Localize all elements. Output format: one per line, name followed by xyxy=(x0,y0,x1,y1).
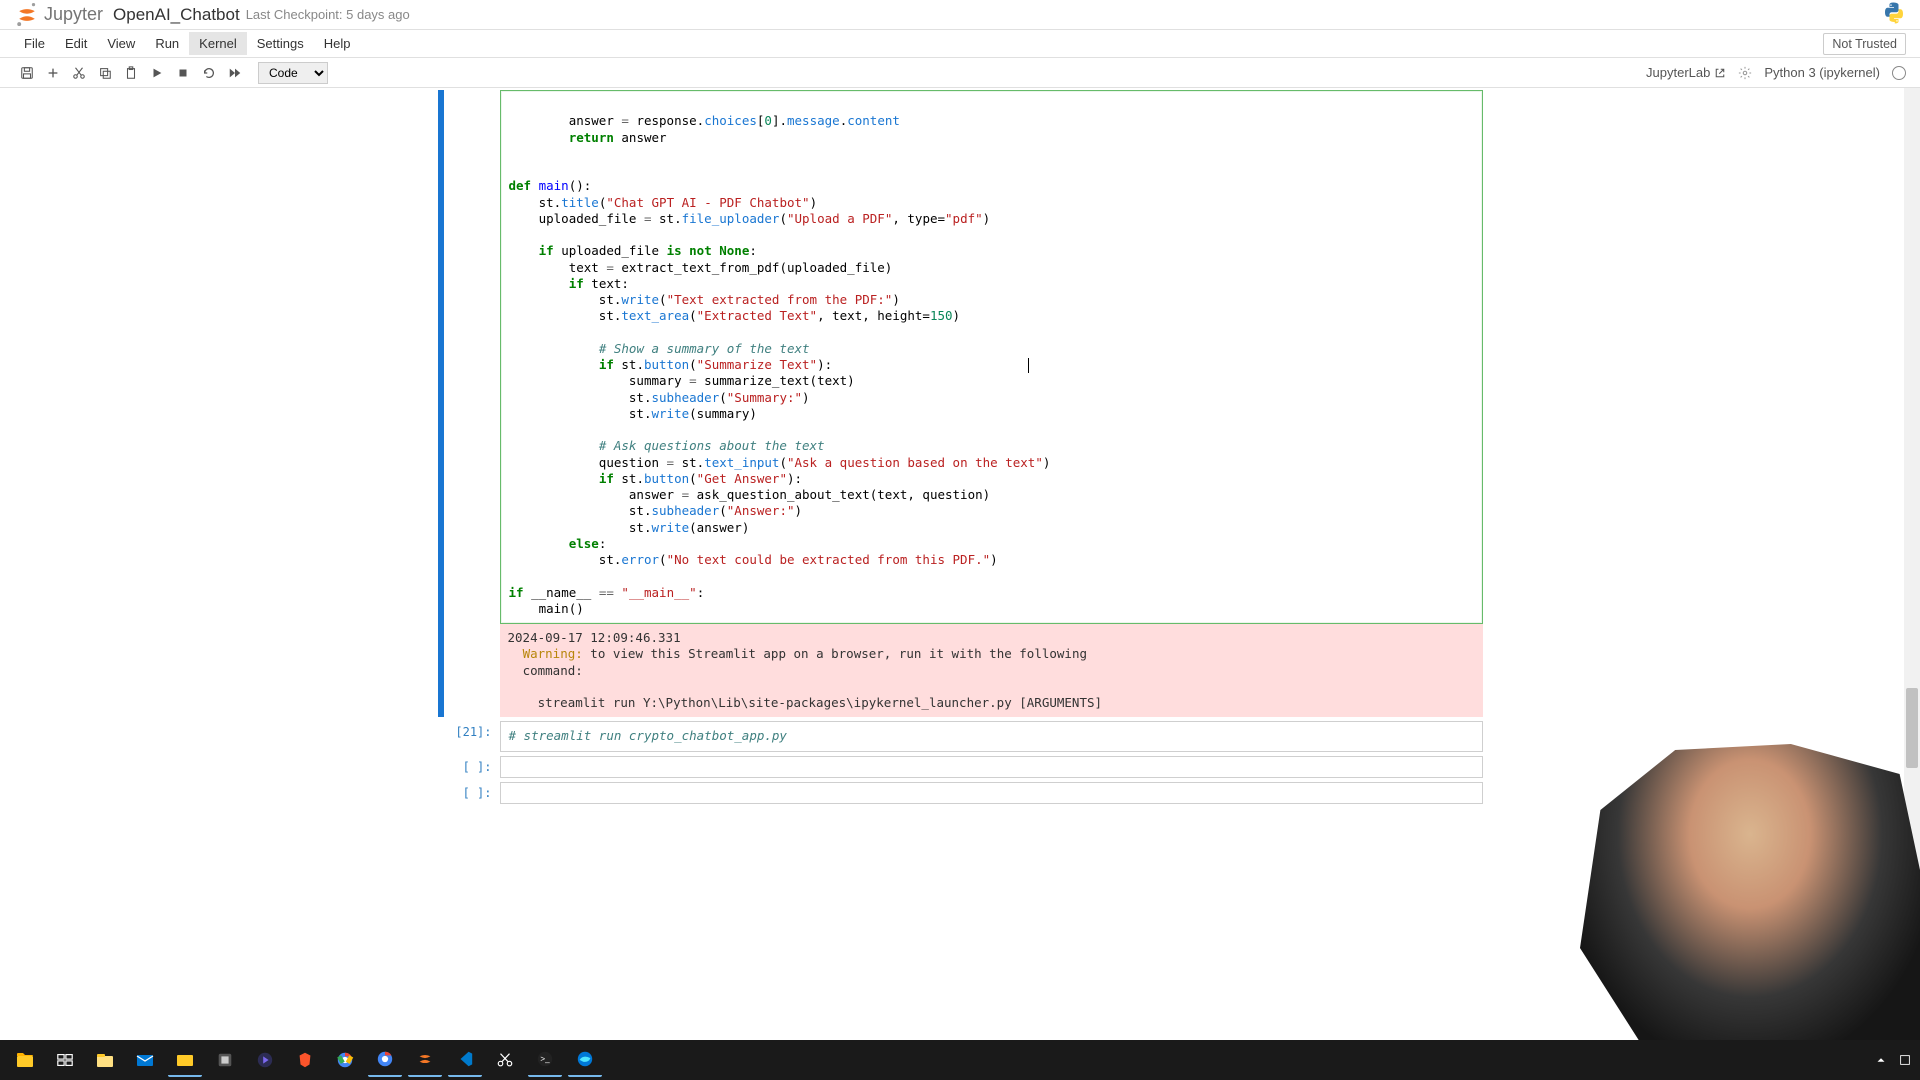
taskbar-jupyter[interactable] xyxy=(408,1043,442,1077)
run-button[interactable] xyxy=(144,61,170,85)
menu-file[interactable]: File xyxy=(14,32,55,55)
taskbar-chrome1[interactable] xyxy=(328,1043,362,1077)
cell-prompt: [ ]: xyxy=(444,756,500,778)
plus-icon xyxy=(46,66,60,80)
menu-settings[interactable]: Settings xyxy=(247,32,314,55)
code-editor[interactable] xyxy=(500,782,1483,804)
taskbar-tray[interactable] xyxy=(1874,1053,1912,1067)
taskbar-taskview[interactable] xyxy=(48,1043,82,1077)
menu-help[interactable]: Help xyxy=(314,32,361,55)
output-warning-text: to view this Streamlit app on a browser,… xyxy=(508,646,1088,677)
menu-run[interactable]: Run xyxy=(145,32,189,55)
text-cursor xyxy=(1028,358,1029,373)
jupyter-logo[interactable]: Jupyter xyxy=(14,2,103,28)
app-icon xyxy=(216,1051,234,1069)
cell-type-select[interactable]: Code xyxy=(258,62,328,84)
taskbar-terminal[interactable]: >_ xyxy=(528,1043,562,1077)
play-icon xyxy=(150,66,164,80)
scrollbar-thumb[interactable] xyxy=(1906,688,1918,768)
taskbar-media[interactable] xyxy=(248,1043,282,1077)
taskbar-vscode[interactable] xyxy=(448,1043,482,1077)
menu-edit[interactable]: Edit xyxy=(55,32,97,55)
svg-text:>_: >_ xyxy=(540,1055,550,1064)
stop-button[interactable] xyxy=(170,61,196,85)
paste-icon xyxy=(124,66,138,80)
output-command: streamlit run Y:\Python\Lib\site-package… xyxy=(508,695,1103,710)
restart-icon xyxy=(202,66,216,80)
note-icon[interactable] xyxy=(1898,1053,1912,1067)
taskbar-brave[interactable] xyxy=(288,1043,322,1077)
chrome-icon xyxy=(376,1050,394,1068)
external-link-icon xyxy=(1714,67,1726,79)
explorer-icon xyxy=(95,1050,115,1070)
taskbar-app1[interactable] xyxy=(208,1043,242,1077)
cell-prompt: [21]: xyxy=(444,721,500,751)
notebook-area: answer = response.choices[0].message.con… xyxy=(438,90,1483,804)
terminal-icon: >_ xyxy=(536,1050,554,1068)
scissors-icon xyxy=(496,1051,514,1069)
vertical-scrollbar[interactable] xyxy=(1904,88,1920,1040)
copy-button[interactable] xyxy=(92,61,118,85)
jupyter-logo-text: Jupyter xyxy=(44,4,103,25)
add-cell-button[interactable] xyxy=(40,61,66,85)
kernel-status-icon[interactable] xyxy=(1892,66,1906,80)
jupyterlab-label: JupyterLab xyxy=(1646,65,1710,80)
taskbar-start[interactable] xyxy=(8,1043,42,1077)
folder-icon xyxy=(15,1050,35,1070)
taskbar-explorer[interactable] xyxy=(88,1043,122,1077)
taskbar-files[interactable] xyxy=(168,1043,202,1077)
cut-icon xyxy=(72,66,86,80)
chevron-up-icon[interactable] xyxy=(1874,1053,1888,1067)
kernel-name[interactable]: Python 3 (ipykernel) xyxy=(1764,65,1880,80)
output-timestamp: 2024-09-17 12:09:46.331 xyxy=(508,630,681,645)
checkpoint-text: Last Checkpoint: 5 days ago xyxy=(246,7,410,22)
paste-button[interactable] xyxy=(118,61,144,85)
cell-output-stderr: 2024-09-17 12:09:46.331 Warning: to view… xyxy=(500,624,1483,717)
cut-button[interactable] xyxy=(66,61,92,85)
toolbar: Code JupyterLab Python 3 (ipykernel) xyxy=(0,58,1920,88)
jupyterlab-link[interactable]: JupyterLab xyxy=(1646,65,1726,80)
taskbar-mail[interactable] xyxy=(128,1043,162,1077)
output-warning-label: Warning: xyxy=(523,646,583,661)
code-cell-main[interactable]: answer = response.choices[0].message.con… xyxy=(438,90,1483,717)
vscode-icon xyxy=(456,1050,474,1068)
code-cell-empty[interactable]: [ ]: xyxy=(438,756,1483,778)
not-trusted-badge[interactable]: Not Trusted xyxy=(1823,33,1906,55)
copy-icon xyxy=(98,66,112,80)
code-editor[interactable] xyxy=(500,756,1483,778)
jupyter-icon xyxy=(14,2,40,28)
save-button[interactable] xyxy=(14,61,40,85)
chrome-icon xyxy=(336,1051,354,1069)
jupyter-icon xyxy=(416,1050,434,1068)
save-icon xyxy=(20,66,34,80)
header-bar: Jupyter OpenAI_Chatbot Last Checkpoint: … xyxy=(0,0,1920,30)
notebook-scroll-area[interactable]: answer = response.choices[0].message.con… xyxy=(0,88,1920,1040)
cell-prompt xyxy=(444,90,500,717)
menu-kernel[interactable]: Kernel xyxy=(189,32,247,55)
gear-icon[interactable] xyxy=(1738,66,1752,80)
menu-view[interactable]: View xyxy=(97,32,145,55)
code-cell-empty[interactable]: [ ]: xyxy=(438,782,1483,804)
code-editor[interactable]: # streamlit run crypto_chatbot_app.py xyxy=(500,721,1483,751)
python-icon xyxy=(1882,1,1906,25)
taskbar-chrome2[interactable] xyxy=(368,1043,402,1077)
fast-forward-icon xyxy=(228,66,242,80)
brave-icon xyxy=(296,1051,314,1069)
restart-run-all-button[interactable] xyxy=(222,61,248,85)
code-cell-21[interactable]: [21]: # streamlit run crypto_chatbot_app… xyxy=(438,721,1483,751)
edge-icon xyxy=(576,1050,594,1068)
code-editor[interactable]: answer = response.choices[0].message.con… xyxy=(500,90,1483,624)
notebook-name[interactable]: OpenAI_Chatbot xyxy=(113,5,240,25)
mail-icon xyxy=(135,1050,155,1070)
taskbar-edge[interactable] xyxy=(568,1043,602,1077)
stop-icon xyxy=(176,66,190,80)
menu-bar: File Edit View Run Kernel Settings Help … xyxy=(0,30,1920,58)
cell-prompt: [ ]: xyxy=(444,782,500,804)
taskbar-snip[interactable] xyxy=(488,1043,522,1077)
restart-button[interactable] xyxy=(196,61,222,85)
media-icon xyxy=(256,1051,274,1069)
folder-icon xyxy=(175,1049,195,1069)
taskview-icon xyxy=(56,1051,74,1069)
taskbar: >_ xyxy=(0,1040,1920,1080)
